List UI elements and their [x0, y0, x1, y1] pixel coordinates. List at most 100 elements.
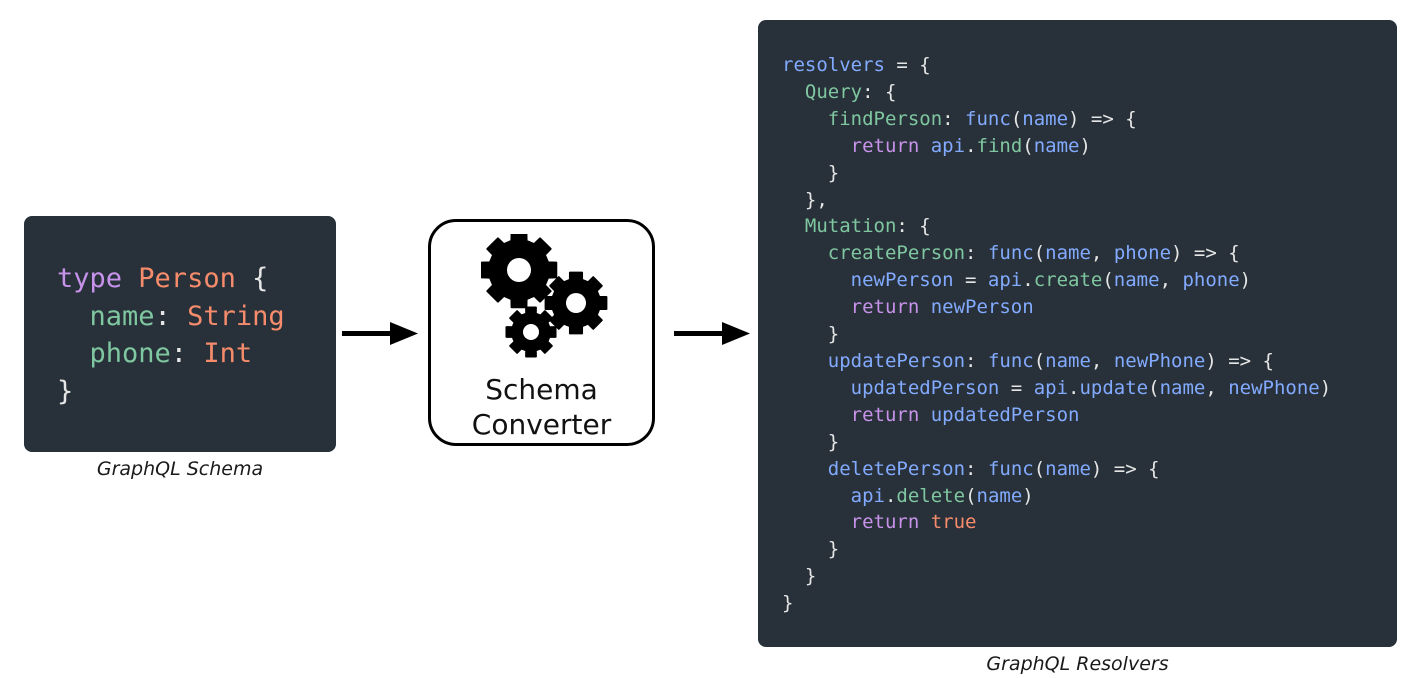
schema-code-line: name: String [57, 298, 285, 336]
code-token: = [999, 376, 1034, 399]
schema-converter-box: Schema Converter [428, 219, 655, 446]
code-token: : [965, 457, 988, 480]
code-token: updatedPerson [850, 376, 1000, 399]
arrow-right-icon [674, 322, 750, 345]
code-token: ) [1319, 376, 1332, 399]
code-token: ( [1022, 134, 1034, 157]
code-token: }, [782, 188, 828, 211]
schema-code: type Person { name: String phone: Int} [57, 260, 285, 410]
code-token: . [1068, 376, 1080, 399]
code-token: : [965, 242, 988, 265]
code-token: } [782, 323, 840, 346]
code-token: ( [1033, 349, 1046, 372]
code-token: Mutation [804, 215, 897, 238]
code-token: api [987, 269, 1023, 292]
code-token: updatedPerson [930, 403, 1080, 426]
code-token: ( [965, 484, 977, 507]
code-token: return [850, 134, 920, 157]
code-token: name [1045, 242, 1091, 265]
resolvers-code-line: Mutation: { [782, 213, 1331, 240]
code-token: : [942, 107, 966, 130]
code-token: , [1205, 376, 1229, 399]
code-token: String [187, 300, 285, 332]
code-token: ( [1102, 269, 1114, 292]
resolvers-code-line: resolvers = { [782, 52, 1331, 79]
code-token: ( [1033, 242, 1046, 265]
resolvers-code-line: deletePerson: func(name) => { [782, 456, 1331, 483]
resolvers-code-line: findPerson: func(name) => { [782, 106, 1331, 133]
code-token: ) => { [1205, 349, 1274, 372]
code-token: ( [1010, 107, 1023, 130]
code-token: , [1090, 242, 1114, 265]
resolvers-caption: GraphQL Resolvers [986, 653, 1169, 675]
code-token: = { [884, 54, 931, 76]
code-token: . [1022, 269, 1034, 292]
code-token: phone [89, 338, 171, 369]
code-token: api [850, 484, 885, 507]
resolvers-code-line: return api.find(name) [782, 133, 1331, 160]
code-token: updatePerson [827, 349, 966, 372]
code-token: find [976, 134, 1023, 157]
code-token: newPhone [1113, 349, 1206, 372]
code-token: func [987, 349, 1034, 372]
resolvers-code-line: Query: { [782, 79, 1331, 106]
code-token: name [1045, 457, 1091, 480]
code-token: : [170, 338, 204, 369]
code-token: ( [1148, 376, 1160, 399]
code-token: phone [1182, 269, 1240, 292]
resolvers-code-line: } [782, 429, 1331, 456]
resolvers-code: resolvers = { Query: { findPerson: func(… [782, 52, 1331, 617]
code-token: newPhone [1228, 376, 1320, 399]
code-token: ) => { [1090, 457, 1160, 480]
code-token: } [57, 375, 74, 407]
code-token: api [1033, 376, 1069, 399]
code-token: name [1159, 376, 1206, 399]
code-token: name [1045, 349, 1091, 372]
code-token: name [1022, 107, 1069, 130]
converter-label-line2: Converter [471, 408, 612, 441]
converter-label-line1: Schema [485, 373, 598, 406]
resolvers-code-line: updatedPerson = api.update(name, newPhon… [782, 375, 1332, 402]
code-token: name [976, 484, 1023, 507]
code-token: Int [203, 338, 253, 369]
resolvers-code-line: } [782, 563, 1331, 590]
code-token: newPerson [850, 269, 954, 292]
resolvers-code-panel: resolvers = { Query: { findPerson: func(… [758, 20, 1397, 647]
code-token: } [782, 592, 794, 615]
code-token: : [154, 300, 188, 332]
resolvers-code-line: updatePerson: func(name, newPhone) => { [782, 348, 1331, 375]
code-token: Query [804, 80, 863, 103]
code-token: ) => { [1068, 107, 1137, 130]
code-token: } [782, 161, 840, 184]
resolvers-code-line: return true [782, 509, 1331, 536]
schema-code-line: type Person { [57, 260, 285, 298]
schema-code-line: phone: Int [57, 335, 285, 373]
code-token: phone [1113, 242, 1172, 265]
code-token: func [987, 457, 1034, 480]
resolvers-code-line: } [782, 160, 1331, 187]
schema-code-panel: type Person { name: String phone: Int} [24, 216, 336, 452]
code-token: . [965, 134, 977, 157]
code-token: . [884, 484, 897, 507]
resolvers-code-line: newPerson = api.create(name, phone) [782, 267, 1331, 294]
code-token: : { [862, 80, 897, 103]
code-token: return [850, 296, 920, 319]
code-token: } [782, 430, 840, 453]
code-token: = [953, 269, 988, 292]
code-token: api [930, 134, 966, 157]
